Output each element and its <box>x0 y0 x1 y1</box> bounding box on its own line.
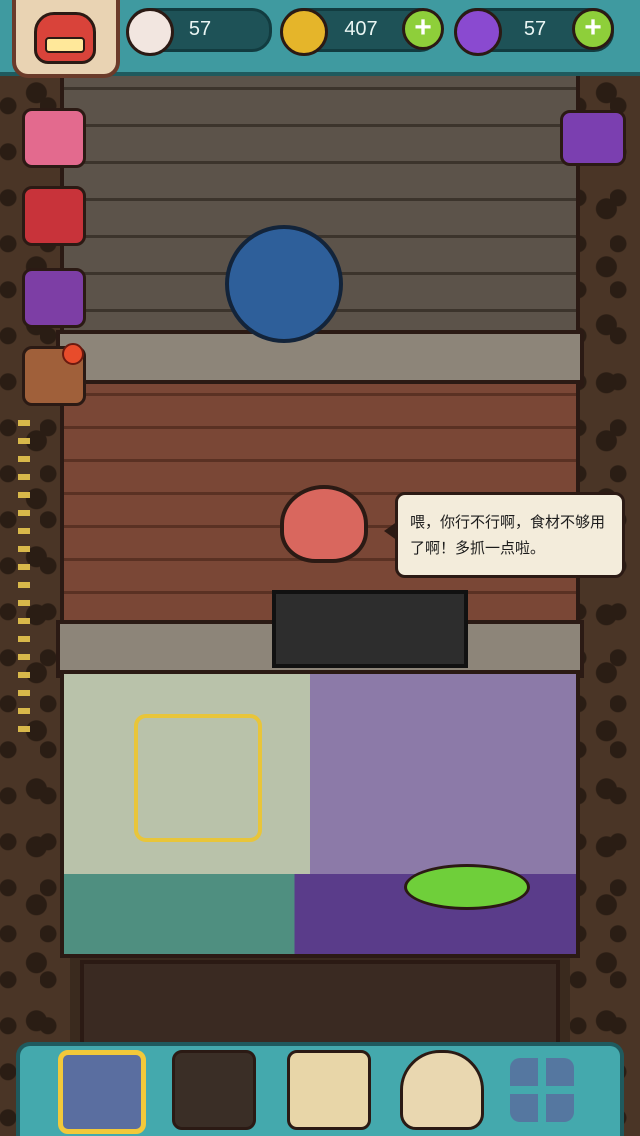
cards-button[interactable] <box>22 268 86 328</box>
monster-avatar-icon <box>34 12 96 64</box>
kitchen-stove <box>272 590 468 668</box>
blue-ball-monster[interactable] <box>225 225 343 343</box>
add-coins-button[interactable]: + <box>402 8 444 50</box>
sun-mural-icon <box>134 714 262 842</box>
monster-den-button[interactable] <box>172 1050 256 1130</box>
notification-badge <box>62 343 84 365</box>
add-potions-button[interactable]: + <box>572 8 614 50</box>
potion-icon <box>454 8 502 56</box>
scroll-arrows-indicator <box>18 420 30 740</box>
eyeball-icon <box>126 8 174 56</box>
book-button[interactable] <box>287 1050 371 1130</box>
player-avatar-button[interactable] <box>12 0 120 78</box>
home-building-button[interactable] <box>58 1050 146 1134</box>
speech-text: 喂，你行不行啊，食材不够用了啊！多抓一点啦。 <box>410 513 606 557</box>
gift-box-button[interactable] <box>22 108 86 168</box>
ritual-room-floor[interactable] <box>60 670 580 958</box>
gift-bag-button[interactable] <box>22 186 86 246</box>
money-bag-button[interactable] <box>400 1050 484 1130</box>
coin-icon <box>280 8 328 56</box>
speech-bubble[interactable]: 喂，你行不行啊，食材不够用了啊！多抓一点啦。 <box>384 492 625 578</box>
video-reward-button[interactable] <box>560 110 626 166</box>
octopus-chef-monster[interactable] <box>280 485 368 563</box>
grid-menu-button[interactable] <box>510 1058 574 1122</box>
slime-cauldron-icon <box>404 864 530 910</box>
